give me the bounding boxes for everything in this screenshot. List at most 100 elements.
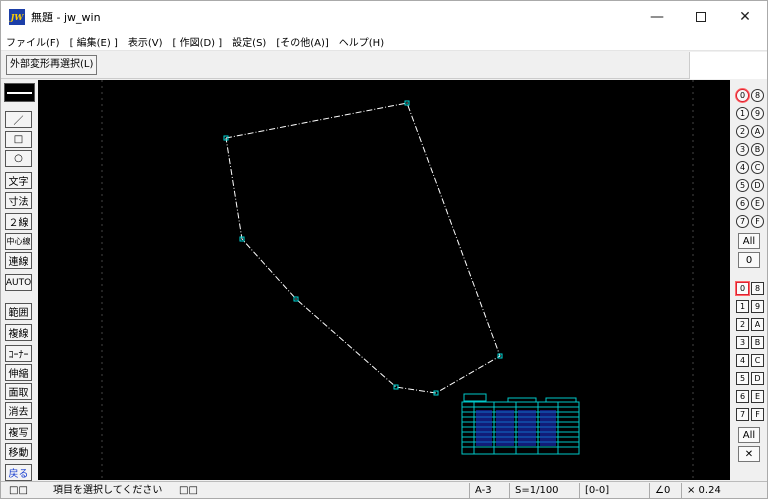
maximize-button[interactable]	[679, 1, 723, 33]
table-header-tab	[463, 393, 487, 402]
copy-tool[interactable]: 複写	[5, 423, 32, 440]
external-transform-reselect-button[interactable]: 外部変形再選択(L)	[6, 55, 98, 75]
layer-e[interactable]: E	[751, 390, 764, 403]
menu-help[interactable]: ヘルプ(H)	[334, 34, 389, 49]
window-title: 無題 - jw_win	[31, 11, 101, 24]
circle-tool[interactable]: ○	[5, 150, 32, 167]
layer-7[interactable]: 7	[736, 408, 749, 421]
layer-9[interactable]: 9	[751, 300, 764, 313]
table-block[interactable]	[461, 393, 580, 455]
table-fill	[540, 410, 556, 446]
layer-all-button[interactable]: All	[738, 427, 760, 443]
menu-other[interactable]: [その他(A)]	[271, 34, 333, 49]
layer-8[interactable]: 8	[751, 282, 764, 295]
menu-edit[interactable]: [ 編集(E) ]	[65, 34, 123, 49]
layer-group-b[interactable]: B	[751, 143, 764, 156]
close-icon: ✕	[739, 9, 751, 25]
table-title-cell	[545, 397, 577, 403]
layer-3[interactable]: 3	[736, 336, 749, 349]
minimize-icon: —	[650, 9, 664, 25]
layer-group-d[interactable]: D	[751, 179, 764, 192]
status-divider	[579, 483, 580, 498]
scale-indicator[interactable]: S=1/100	[515, 483, 559, 498]
table-fill	[518, 410, 536, 446]
status-divider	[649, 483, 650, 498]
zoom-indicator[interactable]: × 0.24	[687, 483, 721, 498]
layer-group-all-button[interactable]: All	[738, 233, 760, 249]
status-bar: □□ 項目を選択してください □□ A-3 S=1/100 [0-0] ∠0 ×…	[1, 481, 767, 498]
layer-4[interactable]: 4	[736, 354, 749, 367]
angle-indicator[interactable]: ∠0	[655, 483, 670, 498]
drawing-svg	[101, 80, 694, 480]
right-layer-palette: 0 8 1 9 2 A 3 B 4 C 5 D 6 E 7 F All 0 0 …	[731, 80, 767, 480]
menu-draw[interactable]: [ 作図(D) ]	[168, 34, 228, 49]
layer-0[interactable]: 0	[736, 282, 749, 295]
table-fill	[476, 410, 492, 446]
menu-view[interactable]: 表示(V)	[123, 34, 168, 49]
line-type-indicator[interactable]	[4, 83, 35, 102]
move-tool[interactable]: 移動	[5, 443, 32, 460]
jw-win-window: JW 無題 - jw_win — ✕ ファイル(F) [ 編集(E) ] 表示(…	[0, 0, 768, 499]
layer-group-2[interactable]: 2	[736, 125, 749, 138]
close-button[interactable]: ✕	[723, 1, 767, 33]
line-tool[interactable]: ／	[5, 111, 32, 128]
range-tool[interactable]: 範囲	[5, 303, 32, 320]
layer-group-e[interactable]: E	[751, 197, 764, 210]
chamfer-tool[interactable]: 面取	[5, 383, 32, 400]
jw-app-icon: JW	[9, 9, 25, 25]
undo-tool[interactable]: 戻る	[5, 464, 32, 481]
dimension-tool[interactable]: 寸法	[5, 192, 32, 209]
layer-group-zero-button[interactable]: 0	[738, 252, 760, 268]
layer-5[interactable]: 5	[736, 372, 749, 385]
layer-group-a[interactable]: A	[751, 125, 764, 138]
layer-indicator[interactable]: [0-0]	[585, 483, 609, 498]
auto-mode-tool[interactable]: AUTO	[5, 274, 32, 291]
layer-c[interactable]: C	[751, 354, 764, 367]
menu-bar: ファイル(F) [ 編集(E) ] 表示(V) [ 作図(D) ] 設定(S) …	[1, 33, 767, 51]
status-left-icons: □□	[9, 485, 28, 496]
menu-file[interactable]: ファイル(F)	[1, 34, 65, 49]
table-title-cell	[507, 397, 537, 403]
title-bar: JW 無題 - jw_win — ✕	[1, 1, 767, 33]
left-tool-palette: ／ □ ○ 文字 寸法 ２線 中心線 連線 AUTO 範囲 複線 ｺｰﾅｰ 伸縮…	[1, 80, 37, 481]
text-tool[interactable]: 文字	[5, 172, 32, 189]
layer-group-8[interactable]: 8	[751, 89, 764, 102]
drawing-canvas[interactable]	[38, 80, 730, 480]
layer-group-5[interactable]: 5	[736, 179, 749, 192]
layer-group-9[interactable]: 9	[751, 107, 764, 120]
continuous-line-tool[interactable]: 連線	[5, 252, 32, 269]
double-line-tool[interactable]: ２線	[5, 213, 32, 230]
layer-group-0[interactable]: 0	[736, 89, 749, 102]
layer-d[interactable]: D	[751, 372, 764, 385]
layer-cross-button[interactable]: ✕	[738, 446, 760, 462]
layer-group-f[interactable]: F	[751, 215, 764, 228]
layer-group-6[interactable]: 6	[736, 197, 749, 210]
layer-group-3[interactable]: 3	[736, 143, 749, 156]
status-divider	[509, 483, 510, 498]
status-mid-icons: □□	[179, 485, 198, 496]
layer-group-1[interactable]: 1	[736, 107, 749, 120]
polygon-outline[interactable]	[225, 102, 501, 394]
status-message: 項目を選択してください	[53, 485, 163, 496]
layer-6[interactable]: 6	[736, 390, 749, 403]
erase-tool[interactable]: 消去	[5, 402, 32, 419]
minimize-button[interactable]: —	[635, 1, 679, 33]
maximize-icon	[696, 12, 706, 22]
offset-line-tool[interactable]: 複線	[5, 324, 32, 341]
rectangle-tool[interactable]: □	[5, 131, 32, 148]
corner-tool[interactable]: ｺｰﾅｰ	[5, 345, 32, 362]
layer-group-4[interactable]: 4	[736, 161, 749, 174]
paper-size[interactable]: A-3	[475, 483, 492, 498]
center-line-tool[interactable]: 中心線	[5, 233, 32, 250]
extend-tool[interactable]: 伸縮	[5, 364, 32, 381]
menu-settings[interactable]: 設定(S)	[227, 34, 271, 49]
layer-1[interactable]: 1	[736, 300, 749, 313]
layer-2[interactable]: 2	[736, 318, 749, 331]
layer-group-c[interactable]: C	[751, 161, 764, 174]
toolbar: 外部変形再選択(L)	[1, 52, 767, 79]
layer-f[interactable]: F	[751, 408, 764, 421]
layer-a[interactable]: A	[751, 318, 764, 331]
layer-b[interactable]: B	[751, 336, 764, 349]
layer-group-7[interactable]: 7	[736, 215, 749, 228]
table-fill	[496, 410, 514, 446]
